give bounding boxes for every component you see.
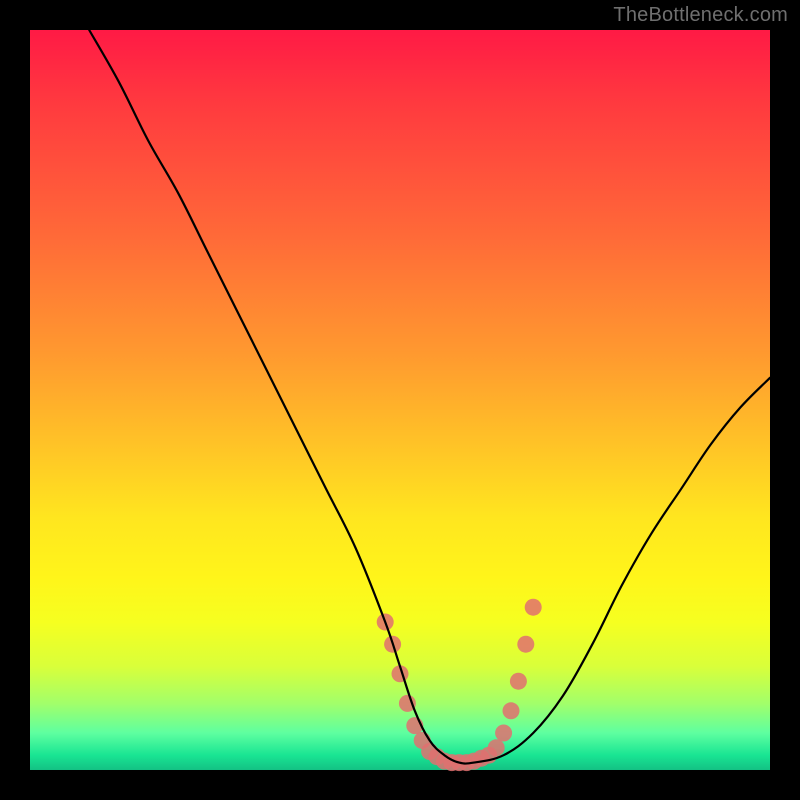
marker-layer [377,599,542,771]
bottleneck-curve [89,30,770,764]
highlight-dot [517,636,534,653]
curve-svg [30,30,770,770]
highlight-dot [503,702,520,719]
watermark-text: TheBottleneck.com [613,4,788,27]
highlight-dot [525,599,542,616]
highlight-dot [495,725,512,742]
plot-area [30,30,770,770]
highlight-dot [488,739,505,756]
highlight-dot [510,673,527,690]
chart-frame: TheBottleneck.com [0,0,800,800]
